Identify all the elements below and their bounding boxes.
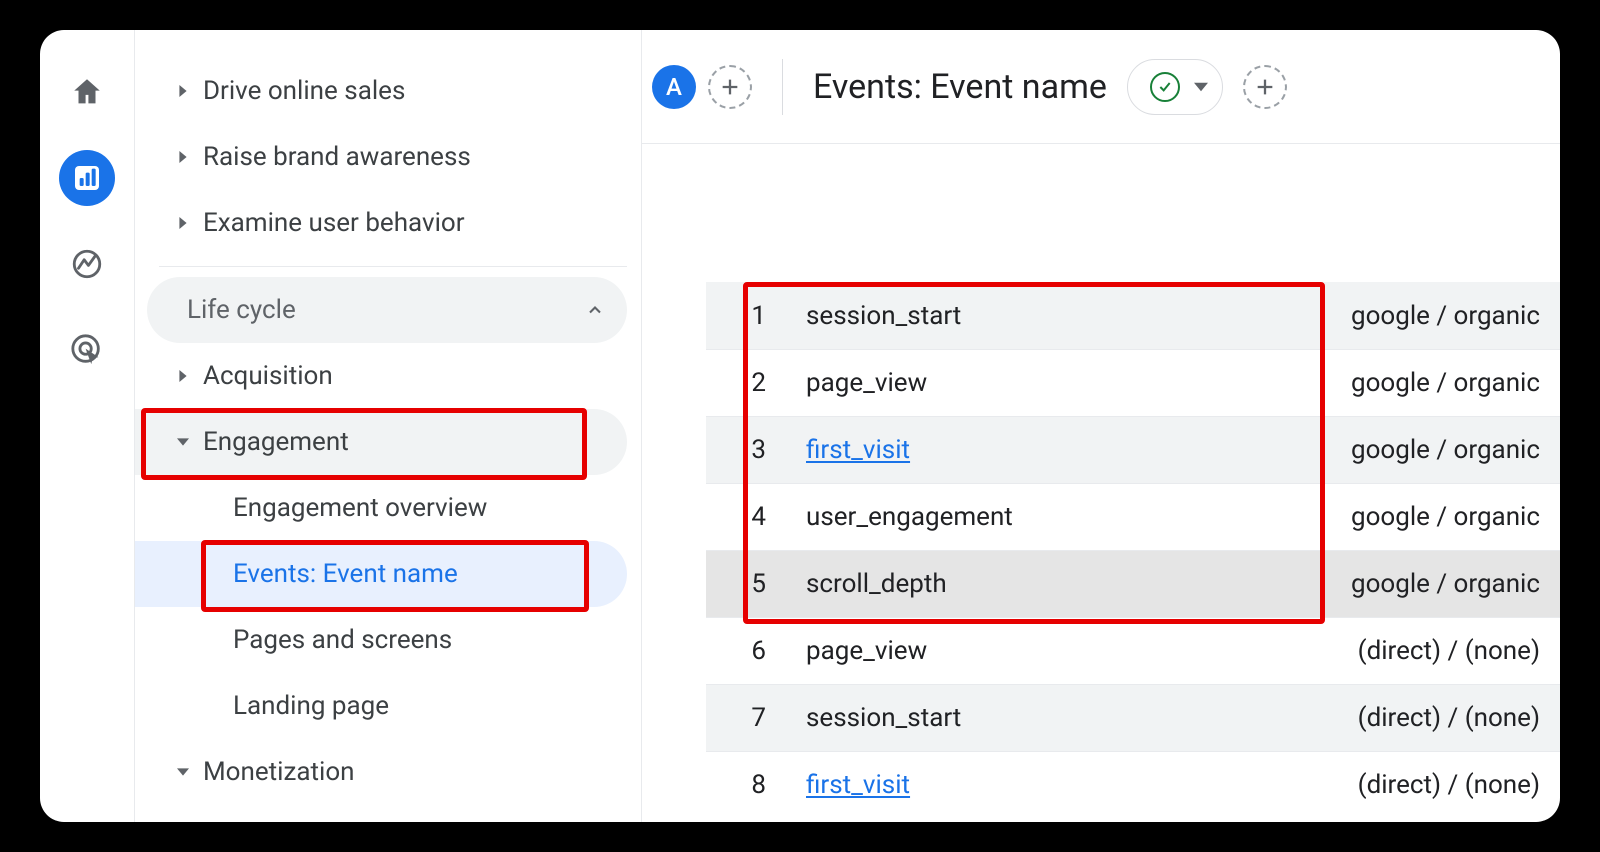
caret-down-icon [163, 436, 203, 448]
sidebar-item-label: Raise brand awareness [203, 142, 627, 172]
page-title: Events: Event name [813, 67, 1107, 107]
event-source: google / organic [1106, 301, 1540, 331]
home-icon[interactable] [59, 64, 115, 120]
sidebar-item-user-behavior[interactable]: Examine user behavior [135, 190, 627, 256]
event-source: (direct) / (none) [1106, 703, 1540, 733]
add-dimension-button[interactable] [1243, 65, 1287, 109]
check-circle-icon [1150, 72, 1180, 102]
sidebar-item-engagement[interactable]: Engagement [135, 409, 627, 475]
sidebar-item-drive-sales[interactable]: Drive online sales [135, 58, 627, 124]
table-row[interactable]: 2page_viewgoogle / organic [706, 349, 1560, 416]
event-name[interactable]: first_visit [806, 435, 1106, 465]
sidebar-item-label: Landing page [233, 691, 627, 721]
section-life-cycle[interactable]: Life cycle [147, 277, 627, 343]
row-index: 6 [746, 636, 806, 666]
caret-right-icon [163, 85, 203, 97]
sidebar-item-label: Pages and screens [233, 625, 627, 655]
target-icon[interactable] [59, 322, 115, 378]
content-area: 1session_startgoogle / organic2page_view… [642, 144, 1560, 822]
sidebar-item-engagement-overview[interactable]: Engagement overview [135, 475, 627, 541]
table-row[interactable]: 8first_visit(direct) / (none) [706, 751, 1560, 818]
sidebar: Drive online sales Raise brand awareness… [135, 30, 642, 822]
table-row[interactable]: 1session_startgoogle / organic [706, 282, 1560, 349]
section-label: Life cycle [187, 295, 585, 325]
sidebar-item-brand-awareness[interactable]: Raise brand awareness [135, 124, 627, 190]
table-row[interactable]: 7session_start(direct) / (none) [706, 684, 1560, 751]
event-source: google / organic [1106, 435, 1540, 465]
event-name[interactable]: first_visit [806, 770, 1106, 800]
sidebar-item-pages[interactable]: Pages and screens [135, 607, 627, 673]
dimension-pill[interactable] [1127, 59, 1223, 115]
explore-icon[interactable] [59, 236, 115, 292]
reports-icon[interactable] [59, 150, 115, 206]
sidebar-item-landing[interactable]: Landing page [135, 673, 627, 739]
sidebar-item-acquisition[interactable]: Acquisition [135, 343, 627, 409]
event-source: google / organic [1106, 368, 1540, 398]
sidebar-item-monetization[interactable]: Monetization [135, 739, 627, 805]
caret-right-icon [163, 151, 203, 163]
sidebar-item-label: Events: Event name [233, 559, 627, 589]
topbar: A Events: Event name [642, 30, 1560, 144]
sidebar-item-label: Acquisition [203, 361, 627, 391]
event-source: (direct) / (none) [1106, 770, 1540, 800]
caret-right-icon [163, 370, 203, 382]
row-index: 3 [746, 435, 806, 465]
sidebar-item-events[interactable]: Events: Event name [135, 541, 627, 607]
sidebar-item-label: Drive online sales [203, 76, 627, 106]
comparison-chip[interactable]: A [652, 65, 696, 109]
chevron-up-icon [585, 300, 605, 320]
sidebar-item-label: Monetization [203, 757, 627, 787]
add-comparison-button[interactable] [708, 65, 752, 109]
main: A Events: Event name 1session_startgoogl… [642, 30, 1560, 822]
table-row[interactable]: 4user_engagementgoogle / organic [706, 483, 1560, 550]
caret-right-icon [163, 217, 203, 229]
row-index: 5 [746, 569, 806, 599]
table-row[interactable]: 5scroll_depthgoogle / organic [706, 550, 1560, 617]
divider [782, 59, 783, 115]
event-source: (direct) / (none) [1106, 636, 1540, 666]
event-name: scroll_depth [806, 569, 1106, 599]
icon-rail [40, 30, 135, 822]
event-source: google / organic [1106, 569, 1540, 599]
event-source: google / organic [1106, 502, 1540, 532]
row-index: 7 [746, 703, 806, 733]
event-name: session_start [806, 703, 1106, 733]
row-index: 8 [746, 770, 806, 800]
sidebar-item-label: Engagement overview [233, 493, 627, 523]
row-index: 4 [746, 502, 806, 532]
app-frame: Drive online sales Raise brand awareness… [40, 30, 1560, 822]
divider [159, 266, 627, 267]
event-name: session_start [806, 301, 1106, 331]
sidebar-item-label: Examine user behavior [203, 208, 627, 238]
caret-down-icon [163, 766, 203, 778]
event-name: user_engagement [806, 502, 1106, 532]
sidebar-item-label: Engagement [203, 427, 627, 457]
caret-down-icon [1194, 80, 1208, 94]
event-name: page_view [806, 636, 1106, 666]
event-name: page_view [806, 368, 1106, 398]
row-index: 1 [746, 301, 806, 331]
events-table: 1session_startgoogle / organic2page_view… [706, 282, 1560, 818]
table-row[interactable]: 3first_visitgoogle / organic [706, 416, 1560, 483]
row-index: 2 [746, 368, 806, 398]
table-row[interactable]: 6page_view(direct) / (none) [706, 617, 1560, 684]
